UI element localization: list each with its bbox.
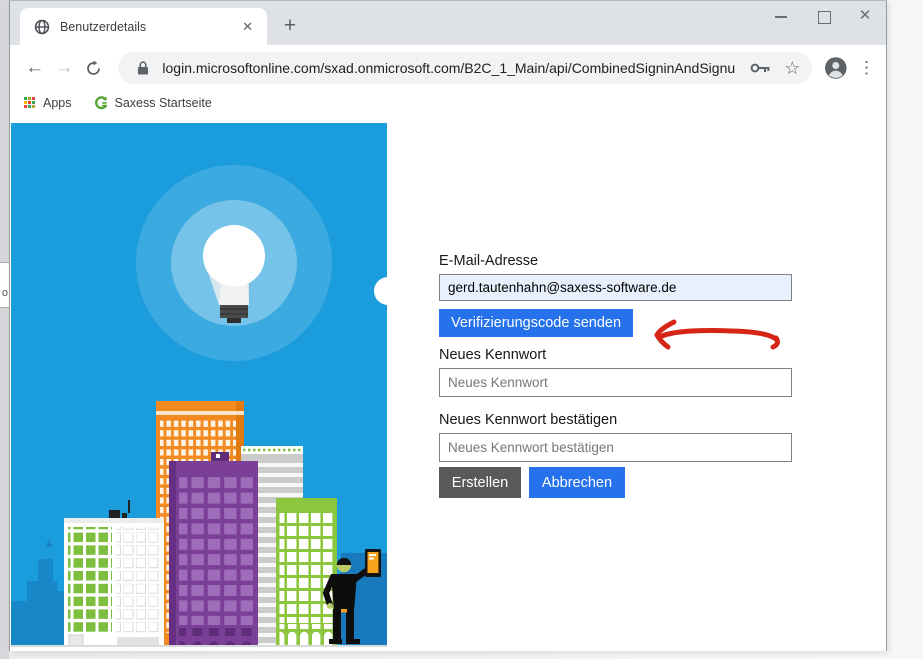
cancel-button[interactable]: Abbrechen: [529, 467, 625, 498]
background-window-text: o: [2, 287, 8, 299]
saxess-logo-icon: [94, 96, 108, 110]
new-tab-button[interactable]: +: [276, 13, 304, 41]
tab-title: Benutzerdetails: [60, 20, 236, 34]
bookmark-apps-label: Apps: [43, 96, 72, 110]
bookmarks-bar: Apps Saxess Startseite: [10, 91, 886, 115]
lock-icon: [136, 60, 150, 76]
url-text[interactable]: login.microsoftonline.com/sxad.onmicroso…: [162, 60, 736, 76]
green-building: [276, 498, 337, 647]
send-verification-code-button[interactable]: Verifizierungscode senden: [439, 309, 633, 337]
browser-window: Benutzerdetails ✕ + ✕ ← →: [9, 0, 887, 651]
bookmark-saxess-label: Saxess Startseite: [115, 96, 212, 110]
email-field[interactable]: [439, 274, 792, 301]
globe-favicon-icon: [34, 19, 50, 35]
apps-grid-icon: [24, 97, 36, 109]
profile-avatar-icon[interactable]: [824, 56, 848, 80]
illustration-bottom-edge: [11, 645, 387, 647]
page-content: E-Mail-Adresse Verifizierungscode senden…: [10, 115, 886, 651]
minimize-button[interactable]: [774, 9, 788, 23]
purple-building: [169, 452, 258, 647]
desktop-background-strip: [0, 0, 9, 659]
white-building: [64, 500, 164, 647]
browser-tab[interactable]: Benutzerdetails ✕: [20, 8, 267, 45]
new-password-label: Neues Kennwort: [439, 347, 546, 363]
city-illustration: [11, 123, 387, 647]
background-window-peek: o: [0, 262, 9, 308]
email-label: E-Mail-Adresse: [439, 253, 538, 269]
bookmark-apps[interactable]: Apps: [24, 96, 72, 110]
screenshot-stage: o Benutzerdetails ✕ + ✕ ← →: [0, 0, 923, 659]
forward-icon: →: [49, 57, 78, 79]
bookmark-saxess[interactable]: Saxess Startseite: [94, 96, 212, 110]
tablet-icon: [365, 549, 381, 577]
annotation-arrow: [636, 304, 786, 354]
close-button[interactable]: ✕: [858, 9, 872, 23]
back-icon[interactable]: ←: [20, 57, 49, 79]
password-key-icon[interactable]: [750, 62, 770, 74]
confirm-password-label: Neues Kennwort bestätigen: [439, 412, 617, 428]
url-bar[interactable]: login.microsoftonline.com/sxad.onmicroso…: [118, 52, 812, 84]
browser-toolbar: ← → login.microsoftonline.com/sxad.onmic…: [10, 45, 886, 91]
create-button[interactable]: Erstellen: [439, 467, 521, 498]
tab-close-icon[interactable]: ✕: [236, 19, 259, 35]
browser-menu-icon[interactable]: ⋮: [858, 58, 874, 78]
reload-icon[interactable]: [79, 60, 108, 77]
maximize-button[interactable]: [816, 9, 830, 23]
lightbulb-icon: [136, 165, 332, 361]
tab-strip: Benutzerdetails ✕ + ✕: [10, 1, 886, 45]
window-controls: ✕: [774, 1, 880, 31]
new-password-field[interactable]: [439, 368, 792, 397]
confirm-password-field[interactable]: [439, 433, 792, 462]
bookmark-star-icon[interactable]: ☆: [784, 58, 800, 79]
